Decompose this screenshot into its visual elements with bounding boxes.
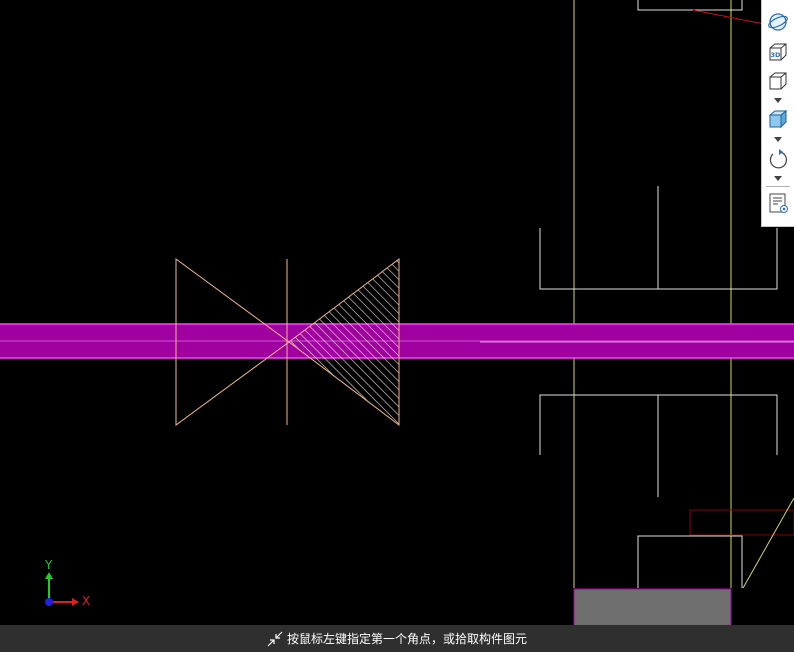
svg-text:3D: 3D — [771, 51, 782, 59]
rotate-button[interactable] — [765, 147, 791, 171]
box-wireframe-icon — [769, 72, 787, 90]
chevron-down-icon — [774, 136, 782, 142]
rotate-dropdown[interactable] — [773, 174, 783, 182]
red-leader-line — [692, 9, 765, 25]
3d-view-icon: 3D — [769, 43, 787, 61]
yellow-diagonal-line — [742, 497, 794, 589]
wall-outline — [637, 535, 743, 588]
rotate-icon — [769, 149, 788, 169]
axis-y-label: Y — [45, 558, 53, 572]
3d-view-button[interactable]: 3D — [765, 40, 791, 64]
axis-x-label: X — [82, 594, 91, 608]
shaded-view-button[interactable] — [765, 107, 791, 131]
properties-button[interactable] — [765, 191, 791, 215]
shaded-view-dropdown[interactable] — [773, 135, 783, 143]
coordinate-axis-indicator — [45, 572, 79, 606]
status-message: 按鼠标左键指定第一个角点，或拾取构件图元 — [286, 632, 527, 646]
chevron-down-icon — [774, 97, 782, 103]
wall-outline — [637, 0, 743, 11]
orbit-button[interactable] — [765, 10, 791, 34]
wireframe-view-dropdown[interactable] — [773, 96, 783, 104]
properties-list-icon — [769, 193, 788, 213]
toolbar-separator — [766, 186, 790, 187]
chevron-down-icon — [774, 175, 782, 181]
status-bar: 按鼠标左键指定第一个角点，或拾取构件图元 — [0, 625, 794, 652]
box-shaded-icon — [768, 109, 788, 129]
orbit-icon — [768, 13, 788, 31]
shrink-arrows-icon — [267, 631, 283, 647]
gray-block — [573, 588, 732, 630]
view-toolbar: 3D — [761, 0, 794, 227]
dark-red-rect — [689, 509, 794, 536]
wireframe-view-button[interactable] — [765, 69, 791, 93]
drawing-canvas[interactable] — [0, 0, 794, 652]
